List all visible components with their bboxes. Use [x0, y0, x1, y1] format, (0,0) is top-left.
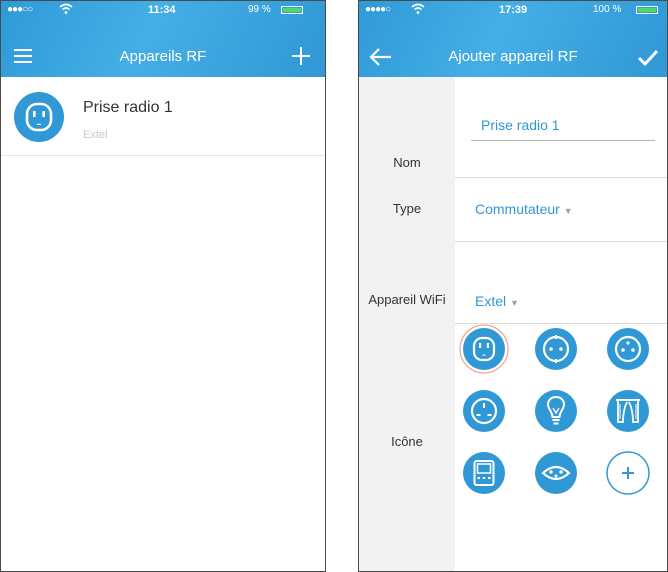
ch-outlet-icon [535, 452, 577, 494]
icon-option-thermostat[interactable] [459, 448, 509, 498]
battery-text: 99 % [248, 4, 271, 15]
icon-option-bulb[interactable] [531, 386, 581, 436]
status-bar: ●●●●○ 17:39 100 % [359, 1, 667, 19]
curtain-icon [607, 390, 649, 432]
wifi-device-value: Extel [475, 293, 507, 309]
outlet-icon [14, 92, 64, 142]
phone-screen-device-list: ●●●○○ 11:34 99 % Appareils RF Prise radi… [0, 0, 326, 572]
uk-outlet-icon [463, 390, 505, 432]
signal-indicator: ●●●●○ [365, 4, 391, 15]
divider [455, 177, 667, 178]
name-input-underline [471, 140, 655, 141]
device-name: Prise radio 1 [83, 99, 173, 116]
nav-bar: ●●●●○ 17:39 100 % Ajouter appareil RF [359, 1, 667, 77]
page-title: Ajouter appareil RF [448, 48, 578, 65]
type-label: Type [392, 201, 422, 216]
status-time: 17:39 [499, 4, 528, 16]
battery-icon [281, 6, 303, 14]
dropdown-caret-icon: ▼ [510, 298, 519, 308]
plus-icon [292, 47, 310, 65]
icon-option-uk-outlet[interactable] [459, 386, 509, 436]
type-value: Commutateur [475, 201, 560, 217]
icon-option-ch-outlet[interactable] [531, 448, 581, 498]
battery-icon [636, 6, 658, 14]
page-title: Appareils RF [119, 48, 207, 65]
name-label: Nom [393, 155, 421, 170]
add-device-button[interactable] [287, 43, 317, 71]
battery-text: 100 % [593, 4, 622, 15]
icon-label: Icône [391, 434, 423, 449]
eu-outlet-icon [535, 328, 577, 370]
nav-bar: ●●●○○ 11:34 99 % Appareils RF [1, 1, 325, 77]
thermostat-icon [463, 452, 505, 494]
phone-screen-add-device: ●●●●○ 17:39 100 % Ajouter appareil RF No… [358, 0, 668, 572]
divider [455, 241, 667, 242]
eu-outlet-round-icon [607, 328, 649, 370]
status-bar: ●●●○○ 11:34 99 % [1, 1, 325, 19]
bulb-icon [535, 390, 577, 432]
add-icon [606, 451, 650, 495]
name-input[interactable]: Prise radio 1 [481, 117, 560, 133]
wifi-device-select[interactable]: Extel ▼ [475, 293, 519, 309]
type-select[interactable]: Commutateur ▼ [475, 201, 573, 217]
wifi-icon [59, 3, 73, 18]
icon-option-curtain[interactable] [603, 386, 653, 436]
signal-indicator: ●●●○○ [7, 4, 33, 15]
wifi-device-label: Appareil WiFi [368, 292, 446, 307]
us-outlet-icon [459, 324, 509, 374]
device-subtitle: Extel [83, 129, 108, 141]
status-time: 11:34 [148, 4, 176, 16]
wifi-icon [411, 3, 425, 18]
form-label-column [359, 77, 455, 571]
dropdown-caret-icon: ▼ [563, 206, 573, 216]
add-icon-button[interactable] [603, 448, 653, 498]
check-icon [637, 49, 659, 67]
confirm-button[interactable] [633, 43, 663, 71]
icon-option-eu-outlet[interactable] [531, 324, 581, 374]
device-list-item[interactable]: Prise radio 1 Extel [1, 77, 325, 156]
icon-picker-grid [459, 324, 667, 524]
icon-option-eu-outlet-round[interactable] [603, 324, 653, 374]
icon-option-us-outlet[interactable] [459, 324, 509, 374]
